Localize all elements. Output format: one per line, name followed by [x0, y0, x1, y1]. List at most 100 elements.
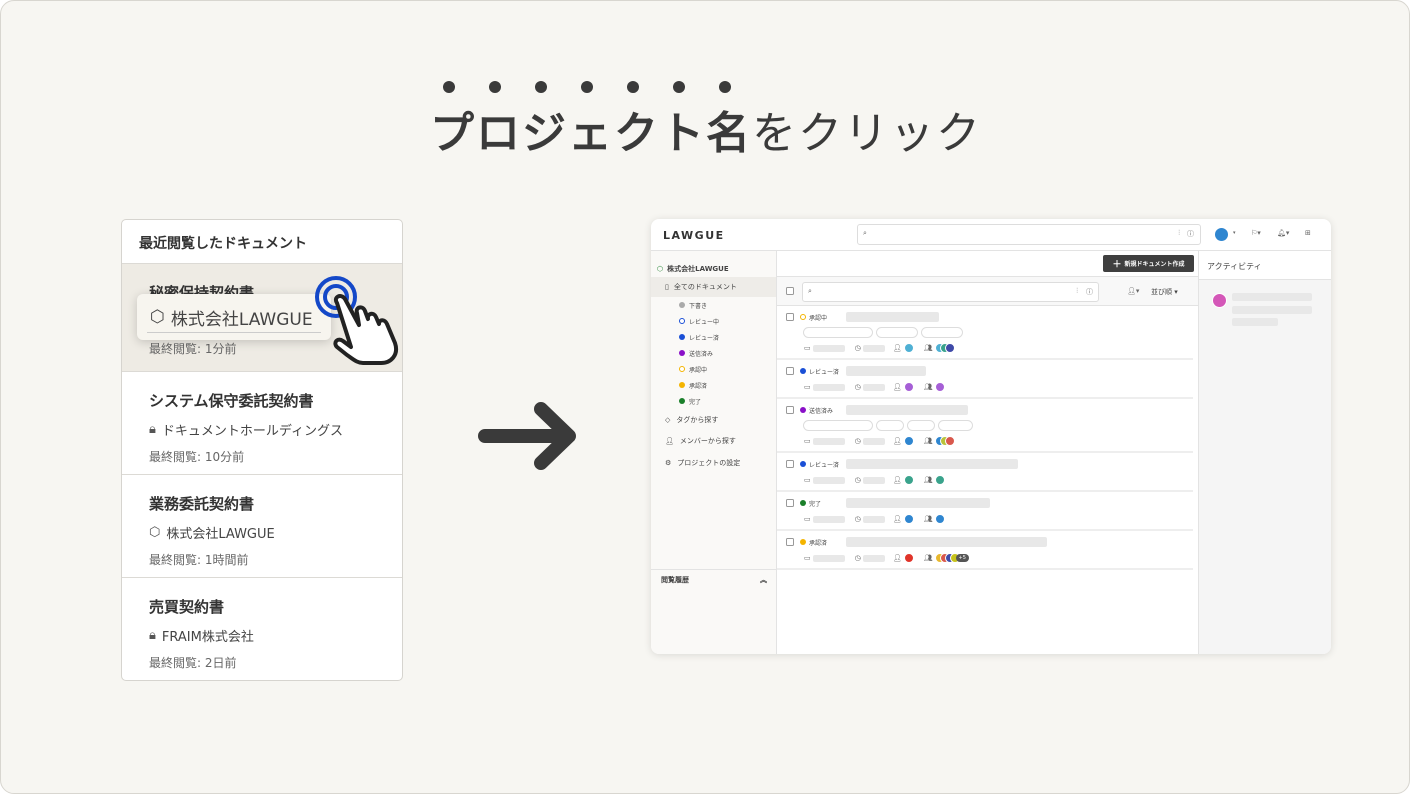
- activity-panel: アクティビティ: [1198, 251, 1331, 654]
- filter-icon[interactable]: ⫶: [1076, 287, 1078, 296]
- time-placeholder: [862, 476, 885, 484]
- status-label: レビュー済: [689, 334, 720, 342]
- search-icon: ⌕: [863, 229, 867, 237]
- document-row[interactable]: 送信済み ▭ ◷ 👤︎ 👥︎: [777, 399, 1193, 453]
- sidebar-nav-item[interactable]: ◇ タグから探す: [651, 409, 776, 431]
- tap-hand-icon: [315, 276, 398, 365]
- row-checkbox[interactable]: [786, 313, 794, 321]
- clock-icon: ◷: [854, 476, 861, 484]
- members-icon: 👥︎: [923, 515, 933, 523]
- app-header: LAWGUE ⌕ ⫶ ⓘ ▾ ⚐▾ 🔔︎▾ ⊞: [651, 219, 1331, 251]
- time-placeholder: [862, 344, 885, 352]
- chevron-down-icon[interactable]: ▾: [1233, 230, 1236, 236]
- status-dot-icon: [679, 350, 685, 356]
- document-row[interactable]: レビュー済 ▭ ◷ 👤︎ 👥︎: [777, 360, 1193, 399]
- new-document-label: 新規ドキュメント作成: [1124, 261, 1185, 268]
- recent-document-item[interactable]: 売買契約書 🔒︎ FRAIM株式会社 最終閲覧: 2日前: [122, 578, 402, 681]
- sidebar-status-2[interactable]: レビュー済: [651, 329, 776, 345]
- owner-icon: 👤︎: [892, 515, 902, 523]
- sidebar-item-all-documents[interactable]: ▯ 全てのドキュメント: [651, 277, 776, 297]
- document-row[interactable]: 承認済 ▭ ◷ 👤︎ 👥︎ +5: [777, 531, 1193, 570]
- sidebar-nav-item[interactable]: 👤︎ メンバーから探す: [651, 431, 776, 453]
- sidebar-nav-item[interactable]: ⚙ プロジェクトの設定: [651, 452, 776, 474]
- sidebar: ⬡ 株式会社LAWGUE ▯ 全てのドキュメント 下書き レビュー中レビュー済送信済み…: [651, 251, 777, 654]
- row-header: レビュー済: [786, 365, 1193, 377]
- sidebar-status-4[interactable]: 承認中: [651, 361, 776, 377]
- row-meta: ▭ ◷ 👤︎ 👥︎: [804, 474, 1193, 486]
- document-title-placeholder: [846, 537, 1047, 547]
- owner-icon: 👤︎: [892, 554, 902, 562]
- last-viewed: 最終閲覧: 10分前: [149, 450, 245, 464]
- list-search-input[interactable]: ⌕ ⫶ ⓘ: [802, 282, 1099, 302]
- time-placeholder: [862, 515, 885, 523]
- row-checkbox[interactable]: [786, 406, 794, 414]
- row-status: レビュー済: [800, 367, 846, 376]
- document-row[interactable]: 承認中 ▭ ◷ 👤︎ 👥︎: [777, 306, 1193, 360]
- owner-icon: 👤︎: [892, 476, 902, 484]
- user-avatar[interactable]: [1214, 227, 1229, 242]
- activity-title: アクティビティ: [1199, 251, 1331, 280]
- project-link[interactable]: 🔒︎ FRAIM株式会社: [149, 626, 402, 645]
- calendar-icon: ▭: [804, 515, 811, 523]
- clock-icon: ◷: [854, 344, 861, 352]
- history-toggle[interactable]: 閲覧履歴 ︽: [651, 569, 777, 590]
- sidebar-status-3[interactable]: 送信済み: [651, 345, 776, 361]
- new-document-button[interactable]: ＋新規ドキュメント作成: [1103, 255, 1194, 272]
- row-status-label: 送信済み: [809, 407, 834, 415]
- flag-icon[interactable]: ⚐▾: [1251, 229, 1261, 237]
- tag-pill: [921, 327, 963, 338]
- sidebar-status-1[interactable]: レビュー中: [651, 313, 776, 329]
- document-row[interactable]: レビュー済 ▭ ◷ 👤︎ 👥︎: [777, 453, 1193, 492]
- help-icon[interactable]: ⓘ: [1086, 287, 1093, 297]
- help-icon[interactable]: ⓘ: [1187, 229, 1194, 239]
- row-status-label: 完了: [809, 500, 822, 508]
- row-status: レビュー済: [800, 460, 846, 469]
- date-placeholder: [812, 437, 845, 445]
- sidebar-org[interactable]: ⬡ 株式会社LAWGUE: [651, 251, 776, 277]
- status-dot-icon: [800, 500, 806, 506]
- sort-dropdown[interactable]: 並び順 ▾: [1151, 287, 1178, 297]
- recent-document-item[interactable]: システム保守委託契約書 🔒︎ ドキュメントホールディングス 最終閲覧: 10分前: [122, 372, 402, 475]
- member-filter-dropdown[interactable]: 👤︎▾: [1127, 287, 1139, 295]
- filter-icon[interactable]: ⫶: [1178, 229, 1180, 238]
- activity-placeholder: [1232, 318, 1278, 326]
- project-link[interactable]: ⬡ 株式会社LAWGUE: [149, 523, 402, 542]
- cube-icon: ⬡: [150, 307, 165, 327]
- global-search-input[interactable]: ⌕ ⫶ ⓘ: [857, 224, 1201, 245]
- owner-avatar: [903, 436, 914, 446]
- status-dot-icon: [679, 382, 685, 388]
- owner-avatar: [903, 553, 914, 563]
- calendar-icon: ▭: [804, 437, 811, 445]
- card-title: 最近閲覧したドキュメント: [122, 220, 402, 264]
- user-icon: 👤︎: [665, 437, 674, 446]
- row-header: 承認中: [786, 311, 1193, 323]
- sidebar-status-6[interactable]: 完了: [651, 393, 776, 409]
- members-icon: 👥︎: [923, 344, 933, 352]
- project-name: FRAIM株式会社: [161, 630, 254, 645]
- calendar-icon: ▭: [804, 476, 811, 484]
- recent-document-item[interactable]: 業務委託契約書 ⬡ 株式会社LAWGUE 最終閲覧: 1時間前: [122, 475, 402, 578]
- row-checkbox[interactable]: [786, 538, 794, 546]
- tag-pill: [876, 420, 904, 431]
- time-placeholder: [862, 383, 885, 391]
- project-name: 株式会社LAWGUE: [166, 527, 275, 542]
- sidebar-status-5[interactable]: 承認済: [651, 377, 776, 393]
- select-all-checkbox[interactable]: [786, 287, 794, 295]
- headline-light: をクリック: [752, 108, 982, 159]
- document-row[interactable]: 完了 ▭ ◷ 👤︎ 👥︎: [777, 492, 1193, 531]
- headline: プロジェクト名をクリック: [1, 97, 1410, 161]
- row-checkbox[interactable]: [786, 499, 794, 507]
- row-checkbox[interactable]: [786, 460, 794, 468]
- row-status-label: レビュー済: [809, 368, 840, 376]
- owner-avatar: [903, 514, 914, 524]
- sidebar-status-0[interactable]: 下書き: [651, 297, 776, 313]
- bell-icon[interactable]: 🔔︎▾: [1277, 229, 1289, 237]
- gift-icon[interactable]: ⊞: [1305, 229, 1311, 237]
- project-link[interactable]: 🔒︎ ドキュメントホールディングス: [149, 420, 402, 439]
- plus-icon: ＋: [1112, 260, 1122, 270]
- owner-icon: 👤︎: [892, 383, 902, 391]
- tag-pill: [938, 420, 973, 431]
- row-checkbox[interactable]: [786, 367, 794, 375]
- project-link-hover[interactable]: ⬡ 株式会社LAWGUE: [137, 294, 331, 340]
- clock-icon: ◷: [854, 515, 861, 523]
